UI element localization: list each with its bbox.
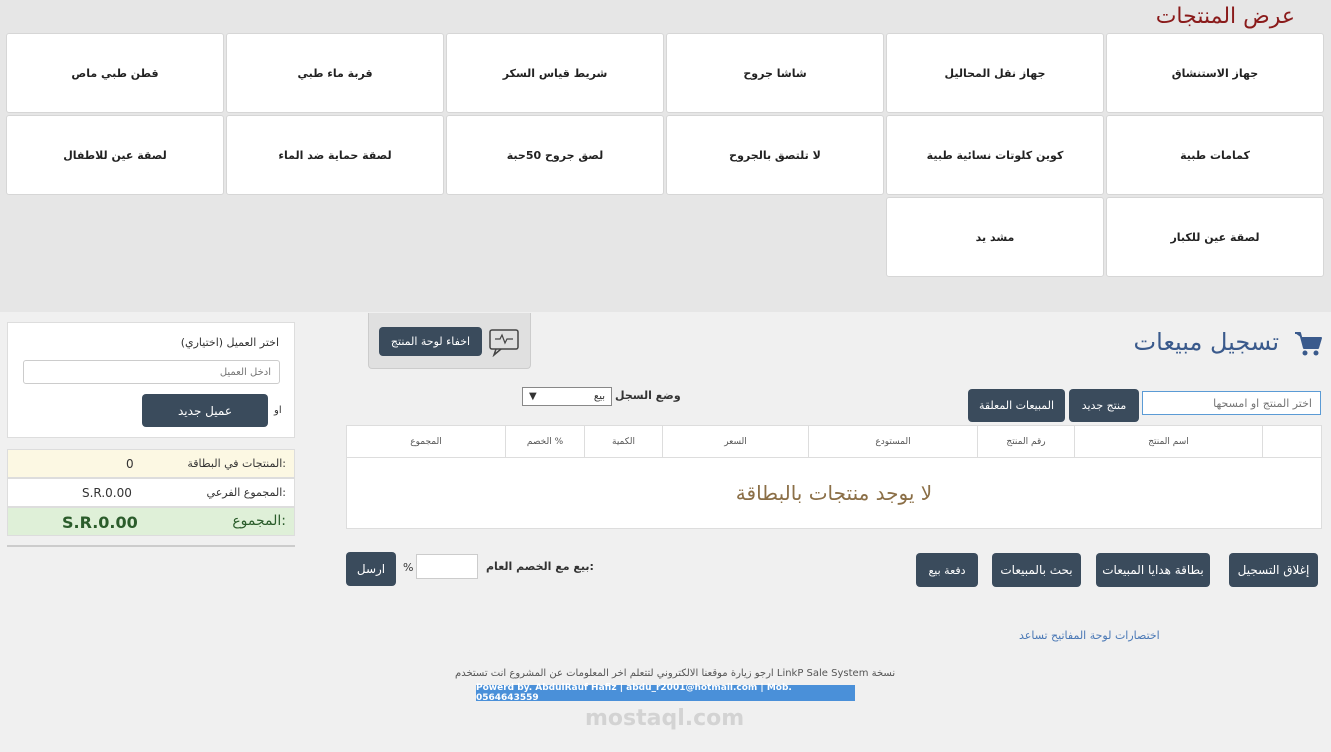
summary-total-row: المجموع: S.R.0.00 [7, 507, 295, 536]
register-mode-value: بيع [593, 391, 605, 402]
subtotal-value: S.R.0.00 [82, 486, 132, 500]
cart-table: اسم المنتج رقم المنتج المستودع السعر الك… [346, 425, 1322, 529]
product-search-input[interactable] [1142, 391, 1321, 415]
or-label: او [274, 405, 282, 416]
product-tile[interactable]: قطن طبي ماص [6, 33, 224, 113]
discount-label: بيع مع الخصم العام: [486, 560, 594, 573]
register-mode-label: وضع السجل [615, 389, 681, 402]
pay-sale-button[interactable]: دفعة بيع [916, 553, 978, 587]
empty-cart-message: لا يوجد منتجات بالبطاقة [735, 481, 933, 505]
new-product-button[interactable]: منتج جديد [1069, 389, 1139, 422]
items-value: 0 [126, 457, 134, 471]
footer-credit-badge: Powerd by. AbdulRauf Hafiz | abdu_r2001@… [476, 683, 855, 703]
product-tile[interactable]: لصق جروح 50حبة [446, 115, 664, 195]
hide-product-panel-button[interactable]: اخفاء لوحة المنتج [379, 327, 482, 356]
cart-icon [1293, 330, 1323, 361]
products-title: عرض المنتجات [1155, 4, 1295, 29]
watermark: mostaql.com [585, 706, 745, 731]
product-tile[interactable]: شريط قياس السكر [446, 33, 664, 113]
column-header: المجموع [410, 436, 442, 447]
column-header: السعر [662, 426, 808, 457]
customer-panel: اختر العميل (اختياري) او عميل جديد [7, 322, 295, 438]
customer-input[interactable] [23, 360, 280, 384]
cart-summary: المنتجات في البطاقة: 0 المجموع الفرعي: S… [7, 449, 295, 536]
gift-card-button[interactable]: بطاقة هدايا المبيعات [1096, 553, 1210, 587]
column-header: اسم المنتج [1074, 426, 1262, 457]
products-grid: جهاز الاستنشاق جهاز نقل المحاليل شاشا جر… [6, 33, 1324, 277]
column-header: المستودع [808, 426, 977, 457]
column-header: الكمية [584, 426, 662, 457]
monitor-chat-icon [487, 327, 521, 360]
subtotal-label: المجموع الفرعي: [206, 486, 286, 499]
send-button[interactable]: ارسل [346, 552, 396, 586]
discount-input[interactable] [416, 554, 478, 579]
product-tile[interactable]: لصقة عين للكبار [1106, 197, 1324, 277]
summary-subtotal-row: المجموع الفرعي: S.R.0.00 [7, 478, 295, 507]
product-tile[interactable]: لا تلتصق بالجروح [666, 115, 884, 195]
search-sales-button[interactable]: بحث بالمبيعات [992, 553, 1081, 587]
products-panel: عرض المنتجات جهاز الاستنشاق جهاز نقل الم… [0, 0, 1331, 312]
summary-divider [7, 545, 295, 547]
total-value: S.R.0.00 [62, 513, 138, 532]
items-label: المنتجات في البطاقة: [187, 457, 286, 470]
new-customer-button[interactable]: عميل جديد [142, 394, 268, 427]
product-tile[interactable]: جهاز الاستنشاق [1106, 33, 1324, 113]
column-header-select [1262, 426, 1321, 457]
close-register-button[interactable]: إغلاق التسجيل [1229, 553, 1318, 587]
column-header: رقم المنتج [977, 426, 1074, 457]
product-tile[interactable]: لصقة حماية ضد الماء [226, 115, 444, 195]
hide-panel-tab: اخفاء لوحة المنتج [368, 313, 531, 369]
total-label: المجموع: [232, 513, 286, 529]
product-tile[interactable]: كوين كلوتات نسائية طبية [886, 115, 1104, 195]
sales-title: تسجيل مبيعات [1133, 328, 1279, 356]
product-tile[interactable]: جهاز نقل المحاليل [886, 33, 1104, 113]
product-tile[interactable]: كمامات طبية [1106, 115, 1324, 195]
summary-items-row: المنتجات في البطاقة: 0 [7, 449, 295, 478]
product-tile[interactable]: لصقة عين للاطفال [6, 115, 224, 195]
cart-table-header: اسم المنتج رقم المنتج المستودع السعر الك… [347, 426, 1321, 458]
column-header: الخصم % [505, 426, 584, 457]
percent-sign: % [403, 561, 414, 574]
product-tile[interactable]: شاشا جروح [666, 33, 884, 113]
footer-text: ارجو زيارة موقعنا الالكتروني لتتعلم اخر … [455, 668, 896, 679]
product-tile[interactable]: مشد يد [886, 197, 1104, 277]
product-tile[interactable]: قربة ماء طبي [226, 33, 444, 113]
customer-select-label: اختر العميل (اختياري) [180, 336, 279, 349]
chevron-down-icon: ▼ [529, 391, 537, 402]
keyboard-shortcuts-link[interactable]: اختصارات لوحة المفاتيح تساعد [1019, 629, 1160, 642]
register-mode-select[interactable]: ▼ بيع [522, 387, 612, 406]
suspended-sales-button[interactable]: المبيعات المعلقة [968, 389, 1065, 422]
